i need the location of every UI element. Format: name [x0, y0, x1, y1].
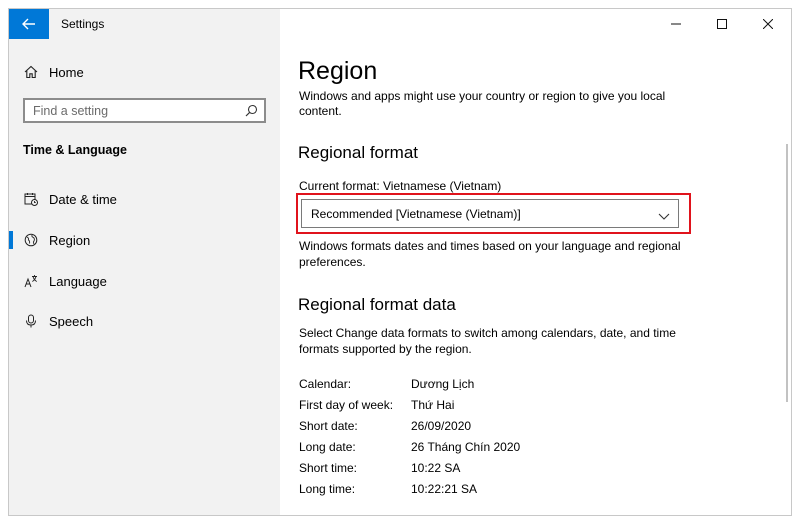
maximize-icon [717, 19, 727, 29]
window-controls [653, 9, 791, 39]
back-arrow-icon [22, 18, 35, 30]
page-title: Region [298, 57, 378, 85]
sidebar-item-home[interactable]: Home [9, 61, 280, 83]
minimize-button[interactable] [653, 9, 699, 39]
minimize-icon [671, 23, 681, 25]
back-button[interactable] [9, 9, 49, 39]
sidebar-item-date-time[interactable]: Date & time [9, 187, 280, 211]
calendar-clock-icon [23, 191, 39, 207]
data-key: Calendar: [299, 377, 352, 391]
maximize-button[interactable] [699, 9, 745, 39]
sidebar-item-region[interactable]: Region [9, 228, 280, 252]
sidebar-item-label: Date & time [49, 191, 117, 207]
dropdown-value: Recommended [Vietnamese (Vietnam)] [311, 206, 521, 221]
data-value: Thứ Hai [411, 398, 455, 412]
sidebar-item-label: Region [49, 232, 91, 248]
microphone-icon [23, 313, 39, 329]
regional-format-description: Windows formats dates and times based on… [299, 239, 681, 269]
scrollbar[interactable] [786, 144, 788, 402]
data-key: First day of week: [299, 398, 394, 412]
sidebar-item-label: Home [49, 64, 84, 80]
home-icon [23, 64, 39, 80]
section-title: Time & Language [23, 143, 127, 157]
regional-format-dropdown[interactable]: Recommended [Vietnamese (Vietnam)] [301, 199, 679, 228]
intro-text: Windows and apps might use your country … [299, 89, 666, 118]
sidebar-item-language[interactable]: Language [9, 269, 280, 293]
globe-region-icon [23, 232, 39, 248]
data-value: 10:22:21 SA [411, 482, 478, 496]
sidebar: Settings Home Time & Language [9, 9, 280, 515]
current-format-label: Current format: Vietnamese (Vietnam) [299, 179, 502, 193]
data-key: Short time: [299, 461, 358, 475]
close-button[interactable] [745, 9, 791, 39]
main-content: Region Windows and apps might use your c… [280, 9, 791, 515]
sidebar-item-label: Speech [49, 313, 94, 329]
search-input[interactable] [25, 100, 225, 121]
data-value: 10:22 SA [411, 461, 461, 475]
search-icon[interactable] [245, 104, 258, 122]
data-key: Long date: [299, 440, 356, 454]
app-title: Settings [61, 17, 105, 31]
data-key: Short date: [299, 419, 358, 433]
sidebar-item-label: Language [49, 273, 107, 289]
language-icon [23, 273, 39, 289]
regional-format-data-heading: Regional format data [298, 295, 456, 314]
settings-window: Settings Home Time & Language [8, 8, 792, 516]
data-value: Dương Lịch [411, 377, 475, 391]
chevron-down-icon [658, 208, 670, 226]
close-icon [763, 19, 773, 29]
data-key: Long time: [299, 482, 356, 496]
data-value: 26/09/2020 [411, 419, 472, 433]
data-value: 26 Tháng Chín 2020 [411, 440, 521, 454]
search-box [23, 98, 266, 123]
sidebar-item-speech[interactable]: Speech [9, 309, 280, 333]
regional-format-heading: Regional format [298, 143, 419, 162]
regional-format-data-description: Select Change data formats to switch amo… [299, 326, 676, 356]
